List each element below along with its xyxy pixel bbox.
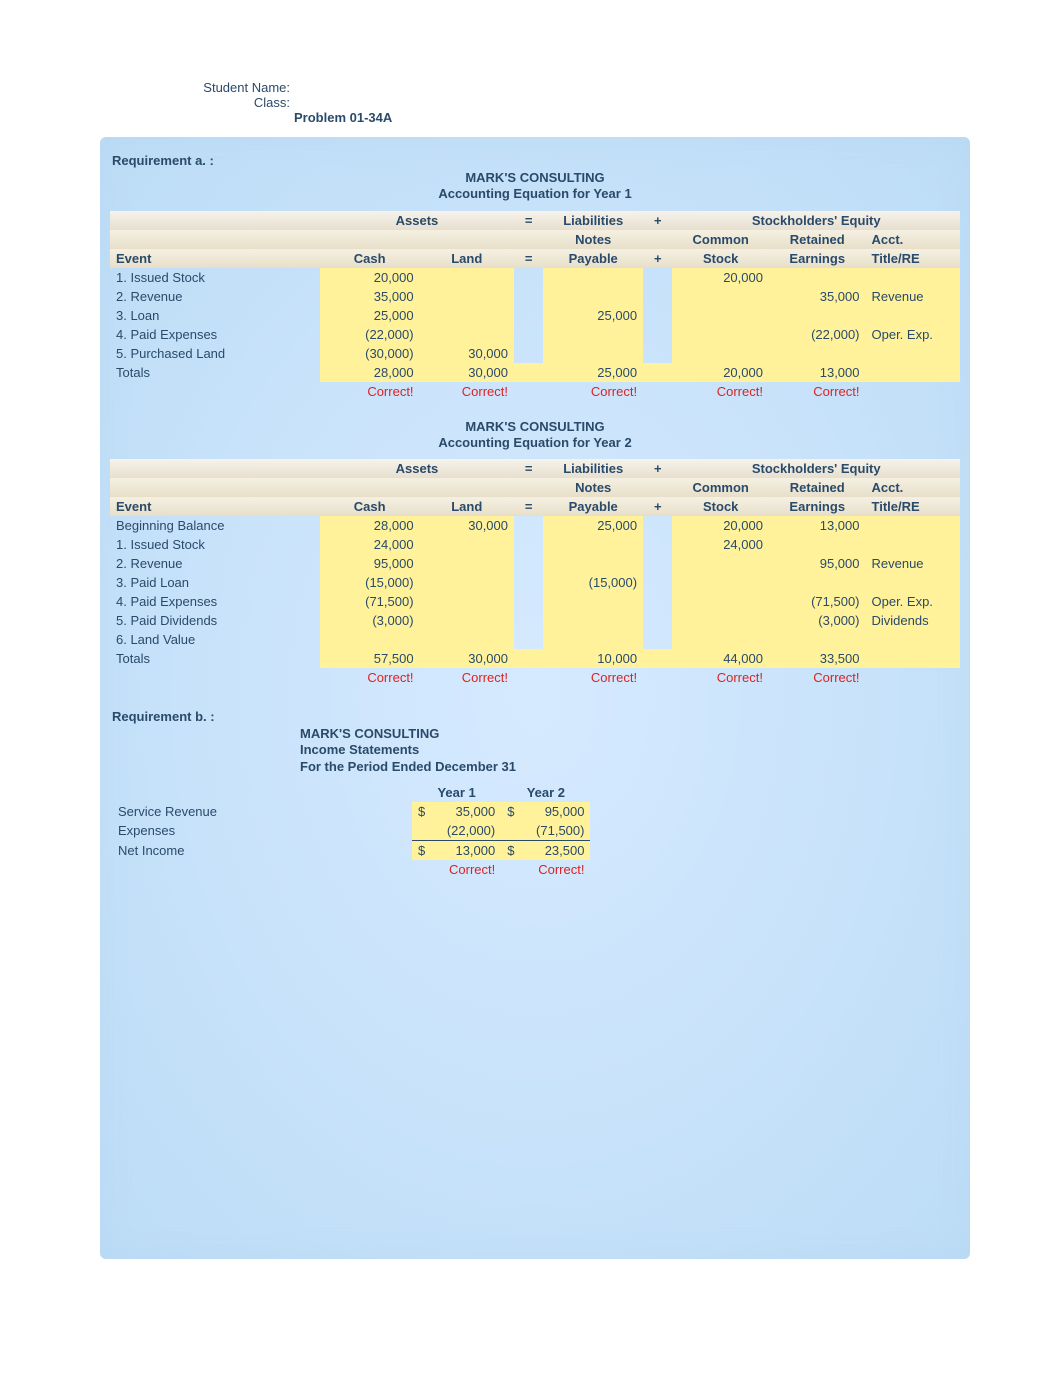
retained-header: Retained [769, 230, 866, 249]
notes-header: Notes [543, 230, 643, 249]
header-block: Student Name: Class: Problem 01-34A [0, 80, 1062, 125]
table-row: 5. Paid Dividends (3,000) (3,000) Divide… [110, 611, 960, 630]
liabilities-header: Liabilities [543, 211, 643, 230]
totals-row-year1: Totals 28,000 30,000 25,000 20,000 13,00… [110, 363, 960, 382]
table-row: 3. Loan 25,000 25,000 [110, 306, 960, 325]
acct-header: Acct. [866, 230, 961, 249]
net-income-row: Net Income $ 13,000 $ 23,500 [112, 840, 590, 860]
plus-sign-2: + [643, 249, 672, 268]
income-statement-title-block: MARK'S CONSULTING Income Statements For … [300, 726, 960, 775]
group-header-row: Assets = Liabilities + Stockholders' Equ… [110, 459, 960, 478]
totals-row-year2: Totals 57,500 30,000 10,000 44,000 33,50… [110, 649, 960, 668]
report-subtitle-year2: Accounting Equation for Year 2 [110, 435, 960, 451]
earnings-header: Earnings [769, 249, 866, 268]
correct-label: Correct! [543, 668, 643, 687]
company-name: MARK'S CONSULTING [110, 419, 960, 435]
student-name-label: Student Name: [200, 80, 294, 95]
common-header: Common [672, 230, 769, 249]
correct-label: Correct! [420, 668, 514, 687]
correct-label: Correct! [672, 668, 769, 687]
table-row: Beginning Balance 28,000 30,000 25,000 2… [110, 516, 960, 535]
requirement-b-label: Requirement b. : [112, 709, 960, 724]
land-header: Land [420, 249, 514, 268]
correct-label: Correct! [543, 382, 643, 401]
equals-sign: = [514, 211, 543, 230]
correct-label: Correct! [412, 860, 501, 879]
cash-header: Cash [320, 249, 420, 268]
table-row: 4. Paid Expenses (71,500) (71,500) Oper.… [110, 592, 960, 611]
sub-header-row-2: Event Cash Land = Payable + Stock Earnin… [110, 497, 960, 516]
requirement-a-label: Requirement a. : [112, 153, 960, 168]
table-row: 2. Revenue 35,000 35,000 Revenue [110, 287, 960, 306]
assets-header: Assets [320, 211, 514, 230]
sub-header-row-1: Notes Common Retained Acct. [110, 230, 960, 249]
report-subtitle-year1: Accounting Equation for Year 1 [110, 186, 960, 202]
sub-header-row-1: Notes Common Retained Acct. [110, 478, 960, 497]
table-row: 5. Purchased Land (30,000) 30,000 [110, 344, 960, 363]
income-correct-row: Correct! Correct! [112, 860, 590, 879]
class-label: Class: [200, 95, 294, 110]
income-statements-title: Income Statements [300, 742, 960, 758]
correct-label: Correct! [769, 382, 866, 401]
worksheet: Requirement a. : MARK'S CONSULTING Accou… [100, 137, 970, 1259]
stock-header: Stock [672, 249, 769, 268]
dollar-sign: $ [412, 802, 431, 821]
company-name: MARK'S CONSULTING [110, 170, 960, 186]
dollar-sign: $ [501, 840, 520, 860]
table-row: 6. Land Value [110, 630, 960, 649]
correct-label: Correct! [501, 860, 590, 879]
table-row: 2. Revenue 95,000 95,000 Revenue [110, 554, 960, 573]
report-title-year2: MARK'S CONSULTING Accounting Equation fo… [110, 419, 960, 452]
equation-table-year1: Assets = Liabilities + Stockholders' Equ… [110, 211, 960, 401]
correct-label: Correct! [320, 382, 420, 401]
period-subtitle: For the Period Ended December 31 [300, 759, 960, 775]
sub-header-row-2: Event Cash Land = Payable + Stock Earnin… [110, 249, 960, 268]
correct-label: Correct! [420, 382, 514, 401]
year2-header: Year 2 [501, 783, 590, 802]
table-row: 3. Paid Loan (15,000) (15,000) [110, 573, 960, 592]
correct-row-year1: Correct! Correct! Correct! Correct! Corr… [110, 382, 960, 401]
table-row: 1. Issued Stock 24,000 24,000 [110, 535, 960, 554]
year1-header: Year 1 [412, 783, 501, 802]
stockholders-equity-header: Stockholders' Equity [672, 211, 960, 230]
titlere-header: Title/RE [866, 249, 961, 268]
expenses-row: Expenses (22,000) (71,500) [112, 821, 590, 841]
table-row: 4. Paid Expenses (22,000) (22,000) Oper.… [110, 325, 960, 344]
correct-label: Correct! [672, 382, 769, 401]
correct-label: Correct! [320, 668, 420, 687]
page: Student Name: Class: Problem 01-34A Requ… [0, 0, 1062, 1259]
dollar-sign: $ [501, 802, 520, 821]
income-header-row: Year 1 Year 2 [112, 783, 590, 802]
group-header-row: Assets = Liabilities + Stockholders' Equ… [110, 211, 960, 230]
equals-sign-2: = [514, 249, 543, 268]
equation-table-year2: Assets = Liabilities + Stockholders' Equ… [110, 459, 960, 687]
table-row: 1. Issued Stock 20,000 20,000 [110, 268, 960, 287]
plus-sign: + [643, 211, 672, 230]
report-title-year1: MARK'S CONSULTING Accounting Equation fo… [110, 170, 960, 203]
service-revenue-row: Service Revenue $ 35,000 $ 95,000 [112, 802, 590, 821]
event-header: Event [110, 249, 320, 268]
correct-row-year2: Correct! Correct! Correct! Correct! Corr… [110, 668, 960, 687]
dollar-sign: $ [412, 840, 431, 860]
payable-header: Payable [543, 249, 643, 268]
company-name: MARK'S CONSULTING [300, 726, 960, 742]
income-statement-table: Year 1 Year 2 Service Revenue $ 35,000 $… [112, 783, 590, 879]
problem-title: Problem 01-34A [294, 110, 1062, 125]
correct-label: Correct! [769, 668, 866, 687]
